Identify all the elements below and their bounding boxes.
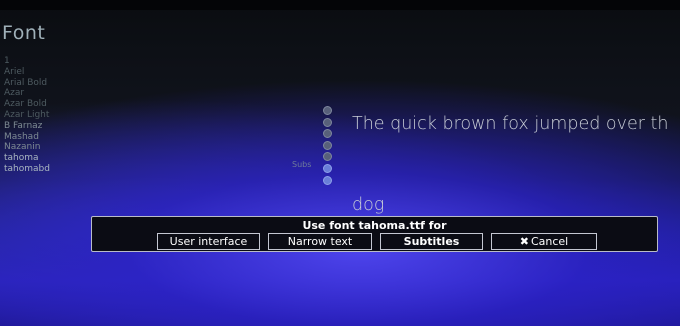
bullet-icon: [323, 129, 332, 139]
font-list-item[interactable]: Azar Light: [4, 110, 88, 121]
font-list-item[interactable]: Azar: [4, 88, 88, 99]
bullet-icon: [323, 140, 332, 150]
font-list-item[interactable]: B Farnaz: [4, 121, 88, 132]
font-list-item[interactable]: 1: [4, 56, 88, 67]
user-interface-button[interactable]: User interface: [157, 233, 260, 250]
bullet-icon: [323, 163, 332, 173]
cancel-button[interactable]: ✖ Cancel: [491, 233, 597, 250]
preview-line-2: dog: [352, 195, 385, 215]
font-list-item[interactable]: Ariel: [4, 67, 88, 78]
narrow-text-button[interactable]: Narrow text: [268, 233, 372, 250]
use-font-dialog: Use font tahoma.ttf for User interface N…: [91, 216, 658, 252]
font-list-item[interactable]: Arial Bold: [4, 78, 88, 89]
bullet-icon: [323, 106, 332, 115]
bullet-icon: [323, 117, 332, 127]
option-bullets: [323, 106, 333, 187]
font-list[interactable]: 1 Ariel Arial Bold Azar Azar Bold Azar L…: [4, 56, 88, 175]
font-list-item[interactable]: tahoma: [4, 153, 88, 164]
screen-top-edge: [0, 0, 680, 10]
font-list-item[interactable]: tahomabd: [4, 164, 88, 175]
page-title: Font: [2, 22, 46, 44]
font-list-item[interactable]: Nazanin: [4, 142, 88, 153]
subtitles-button[interactable]: Subtitles: [380, 233, 483, 250]
cancel-button-label: Cancel: [530, 235, 569, 248]
close-icon: ✖: [519, 235, 529, 248]
screen: Font 1 Ariel Arial Bold Azar Azar Bold A…: [0, 0, 680, 326]
subs-usage-label: Subs: [292, 160, 312, 169]
font-list-item[interactable]: Azar Bold: [4, 99, 88, 110]
preview-line-1: The quick brown fox jumped over th: [352, 114, 669, 134]
bullet-icon: [323, 152, 332, 162]
font-list-item[interactable]: Mashad: [4, 132, 88, 143]
bullet-icon: [323, 175, 332, 185]
dialog-title: Use font tahoma.ttf for: [302, 219, 447, 232]
